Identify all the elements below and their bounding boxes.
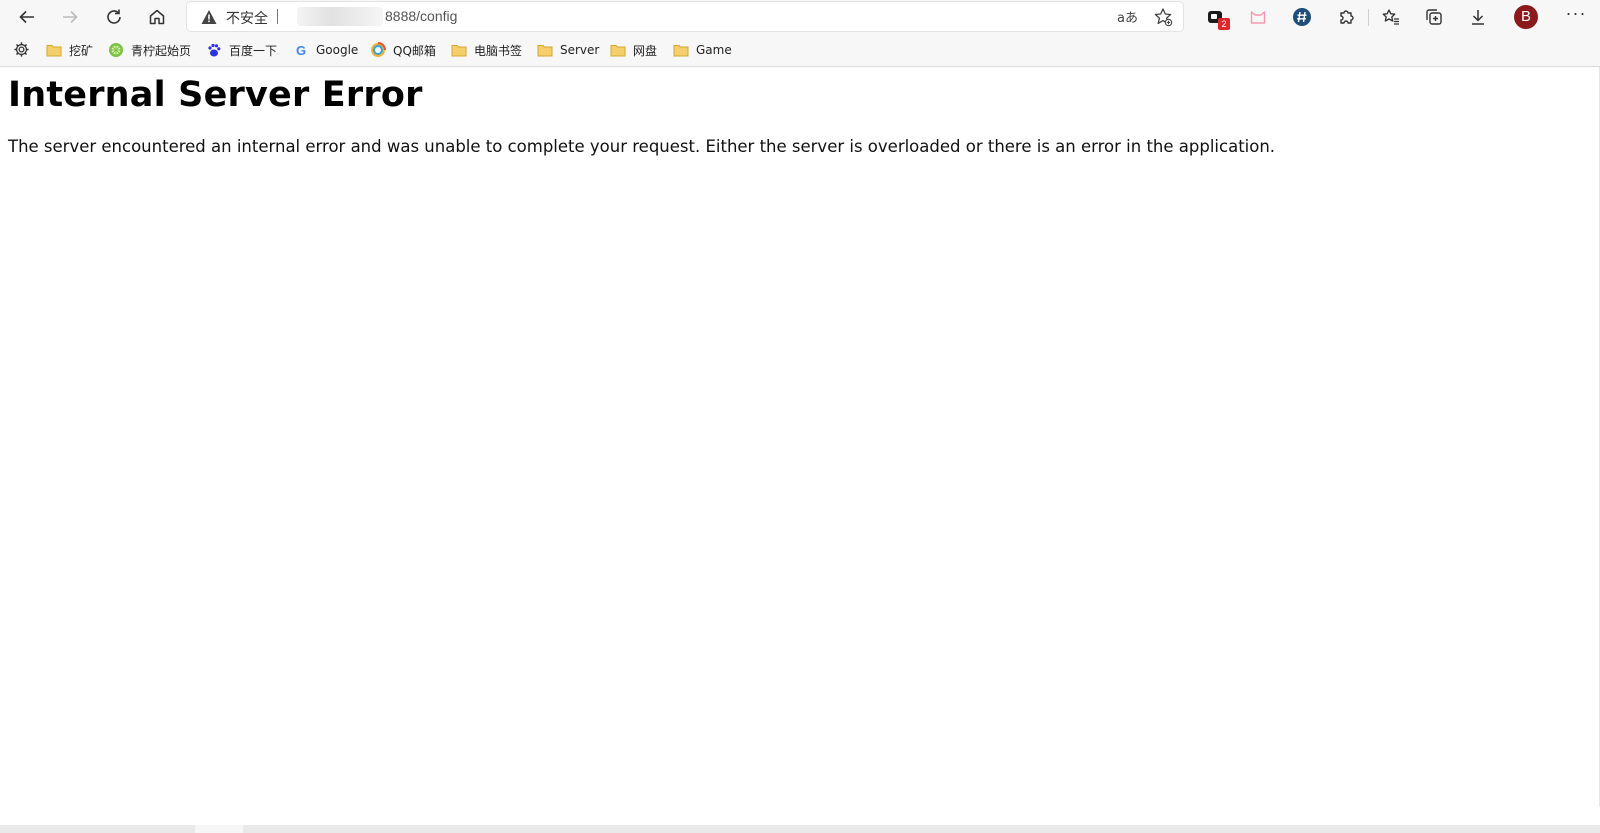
bookmark-label: Server xyxy=(560,43,600,57)
downloads-button[interactable] xyxy=(1464,3,1492,31)
add-favorite-icon[interactable] xyxy=(1153,7,1173,27)
browser-toolbar: 不安全 8888/config aあ 2 B ··· xyxy=(0,0,1600,34)
bookmark-qingning[interactable]: 青柠起始页 xyxy=(108,40,191,60)
bookmark-folder-server[interactable]: Server xyxy=(537,40,599,60)
folder-icon xyxy=(537,42,553,58)
scrollbar-thumb[interactable] xyxy=(195,825,243,833)
bookmark-label: QQ邮箱 xyxy=(393,43,436,58)
more-menu-button[interactable]: ··· xyxy=(1562,3,1590,27)
reload-icon xyxy=(107,9,121,24)
security-status-label[interactable]: 不安全 xyxy=(226,8,268,28)
bookmark-label: Game xyxy=(696,43,732,57)
baidu-paw-icon xyxy=(206,42,222,58)
address-divider xyxy=(277,9,278,24)
warning-icon xyxy=(201,10,217,24)
profile-avatar[interactable]: B xyxy=(1514,5,1538,29)
bookmark-baidu[interactable]: 百度一下 xyxy=(206,40,277,60)
bookmark-label: Google xyxy=(316,43,359,57)
url-text[interactable]: 8888/config xyxy=(385,8,457,24)
bookmark-label: 挖矿 xyxy=(69,43,94,58)
bookmark-folder-netdisk[interactable]: 网盘 xyxy=(610,40,657,60)
page-title: Internal Server Error xyxy=(8,75,423,115)
home-icon xyxy=(149,9,165,25)
folder-icon xyxy=(673,42,689,58)
folder-icon xyxy=(451,42,467,58)
collections-icon xyxy=(1426,9,1442,25)
bookmark-label: 青柠起始页 xyxy=(131,43,192,58)
puzzle-icon xyxy=(1340,10,1354,24)
toolbar-divider xyxy=(1368,9,1369,26)
translate-icon[interactable]: aあ xyxy=(1117,7,1139,27)
gear-icon[interactable] xyxy=(13,41,30,58)
bookmark-folder-game[interactable]: Game xyxy=(673,40,732,60)
folder-icon xyxy=(610,42,626,58)
bookmark-folder-mining[interactable]: 挖矿 xyxy=(46,40,93,60)
favorites-button[interactable] xyxy=(1377,3,1405,31)
back-button[interactable] xyxy=(11,1,43,33)
forward-button[interactable] xyxy=(54,1,86,33)
home-button[interactable] xyxy=(141,1,173,33)
bookmark-label: 网盘 xyxy=(633,43,658,58)
bookmark-qq-mail[interactable]: QQ邮箱 xyxy=(370,40,436,60)
url-redacted-host xyxy=(297,7,383,26)
address-bar[interactable]: 不安全 8888/config aあ xyxy=(187,2,1183,31)
collections-button[interactable] xyxy=(1420,3,1448,31)
bookmark-label: 电脑书签 xyxy=(474,43,523,58)
error-message: The server encountered an internal error… xyxy=(8,137,1276,156)
download-icon xyxy=(1472,10,1484,25)
arrow-right-icon xyxy=(63,10,78,24)
cat-icon xyxy=(1250,11,1266,24)
extensions-button[interactable] xyxy=(1332,3,1360,31)
favorites-list-icon xyxy=(1382,9,1399,25)
qq-mail-icon xyxy=(370,42,386,58)
bookmarks-bar: 挖矿 青柠起始页 百度一下 G Google QQ邮箱 电脑书签 Server … xyxy=(0,34,1600,67)
lime-icon xyxy=(108,42,124,58)
folder-icon xyxy=(46,42,62,58)
google-icon: G xyxy=(295,42,307,58)
reload-button[interactable] xyxy=(98,1,130,33)
arrow-left-icon xyxy=(19,10,34,24)
bookmark-google[interactable]: G Google xyxy=(293,40,358,60)
bookmark-folder-pc[interactable]: 电脑书签 xyxy=(451,40,522,60)
extension-button-cat[interactable] xyxy=(1244,3,1272,31)
bookmark-label: 百度一下 xyxy=(229,43,278,58)
hash-icon xyxy=(1293,8,1311,26)
extension-badge: 2 xyxy=(1218,18,1230,30)
extension-button-hash[interactable] xyxy=(1288,3,1316,31)
